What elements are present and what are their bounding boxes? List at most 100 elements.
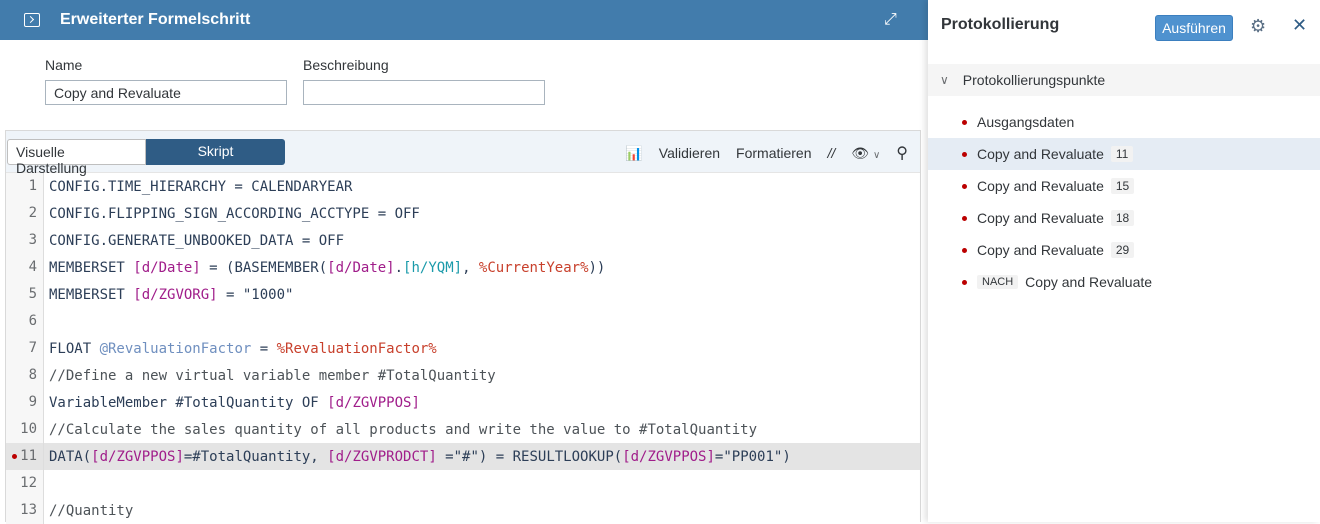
code-token: CONFIG.GENERATE_UNBOOKED_DATA = OFF — [49, 232, 345, 249]
line-number[interactable]: 6 — [6, 308, 44, 335]
description-label: Beschreibung — [303, 57, 389, 73]
breakpoint-dot-icon — [962, 247, 967, 253]
line-text: DATA( [d/ZGVPPOS] =#TotalQuantity, [d/ZGVP… — [44, 449, 791, 465]
tab-script[interactable]: Skript — [146, 139, 285, 165]
line-number[interactable]: 3 — [6, 227, 44, 254]
script-editor: Visuelle Darstellung Skript 📊 Validieren… — [5, 130, 921, 524]
line-number[interactable]: 10 — [6, 416, 44, 443]
code-line[interactable]: 10 //Calculate the sales quantity of all … — [6, 416, 920, 443]
code-line[interactable]: 3 CONFIG.GENERATE_UNBOOKED_DATA = OFF — [6, 227, 920, 254]
tab-visual[interactable]: Visuelle Darstellung — [7, 139, 146, 176]
breakpoint-dot-icon — [962, 215, 967, 221]
line-number[interactable]: 1 — [6, 173, 44, 200]
breakpoint-icon[interactable] — [12, 454, 17, 459]
code-area[interactable]: 1 CONFIG.TIME_HIERARCHY = CALENDARYEAR 2 CO… — [6, 173, 920, 524]
line-text: //Calculate the sales quantity of all pr… — [44, 422, 757, 438]
log-point-label: Copy and Revaluate — [977, 210, 1104, 226]
log-point-list: Ausgangsdaten Copy and Revaluate 11 Copy an… — [928, 106, 1320, 298]
code-token: = (BASEMEMBER( — [200, 259, 328, 276]
validate-button[interactable]: Validieren — [659, 145, 720, 161]
line-badge: 18 — [1110, 210, 1135, 226]
code-token: CONFIG.FLIPPING_SIGN_ACCORDING_ACCTYPE =… — [49, 205, 420, 222]
panel-title: Protokollierung — [941, 16, 1060, 33]
logging-panel: Protokollierung Ausführen ⚙ ✕ ∨ Protokol… — [928, 0, 1320, 522]
line-text: MEMBERSET [d/ZGVORG] = "1000" — [44, 287, 293, 303]
line-text: CONFIG.TIME_HIERARCHY = CALENDARYEAR — [44, 179, 352, 195]
log-point-item[interactable]: Copy and Revaluate 15 — [928, 170, 1320, 202]
line-text: //Define a new virtual variable member #… — [44, 368, 496, 384]
code-token: //Define a new virtual variable member #… — [49, 367, 496, 384]
code-line[interactable]: 13 //Quantity — [6, 497, 920, 524]
section-title: Protokollierungspunkte — [962, 72, 1106, 88]
code-line[interactable]: 7 FLOAT @RevaluationFactor = %Revaluation… — [6, 335, 920, 362]
step-title: Erweiterter Formelschritt — [60, 11, 251, 28]
line-number[interactable]: 7 — [6, 335, 44, 362]
chevron-down-icon: ∨ — [940, 73, 949, 87]
code-line[interactable]: 2 CONFIG.FLIPPING_SIGN_ACCORDING_ACCTYPE … — [6, 200, 920, 227]
comment-button[interactable]: // — [828, 145, 836, 161]
code-token: = — [251, 340, 277, 357]
code-token: ="#") = RESULTLOOKUP( — [436, 448, 623, 465]
line-text: CONFIG.FLIPPING_SIGN_ACCORDING_ACCTYPE =… — [44, 206, 420, 222]
code-line[interactable]: 11 DATA([d/ZGVPPOS]=#TotalQuantity, [d/ZG… — [6, 443, 920, 470]
log-point-label: Copy and Revaluate — [977, 178, 1104, 194]
prefix-badge: NACH — [977, 275, 1019, 289]
description-input[interactable] — [303, 80, 545, 105]
line-badge: 29 — [1110, 242, 1135, 258]
breakpoint-dot-icon — [962, 279, 967, 285]
code-token: //Calculate the sales quantity of all pr… — [49, 421, 758, 438]
code-token: ="PP001") — [714, 448, 791, 465]
code-line[interactable]: 8 //Define a new virtual variable member … — [6, 362, 920, 389]
log-point-item[interactable]: Copy and Revaluate 18 — [928, 202, 1320, 234]
editor-toolbar: Visuelle Darstellung Skript 📊 Validieren… — [6, 131, 920, 176]
code-token: FLOAT — [49, 340, 100, 357]
log-point-label: Ausgangsdaten — [977, 114, 1075, 130]
code-token: [d/ZGVPRODCT] — [327, 448, 437, 465]
code-line[interactable]: 12 — [6, 470, 920, 497]
name-input[interactable] — [45, 80, 287, 105]
code-line[interactable]: 6 — [6, 308, 920, 335]
eye-icon[interactable]: 👁 ∨ — [851, 145, 880, 162]
code-token: . — [394, 259, 404, 276]
code-token: , — [462, 259, 479, 276]
log-point-item[interactable]: Copy and Revaluate 11 — [928, 138, 1320, 170]
code-token: @RevaluationFactor — [99, 340, 252, 357]
line-badge: 15 — [1110, 178, 1135, 194]
line-number[interactable]: 2 — [6, 200, 44, 227]
line-number[interactable]: 12 — [6, 470, 44, 497]
chart-icon[interactable]: 📊 — [625, 145, 642, 162]
close-icon[interactable]: ✕ — [1292, 15, 1307, 36]
code-line[interactable]: 1 CONFIG.TIME_HIERARCHY = CALENDARYEAR — [6, 173, 920, 200]
format-button[interactable]: Formatieren — [736, 145, 811, 161]
log-point-item[interactable]: Ausgangsdaten — [928, 106, 1320, 138]
line-number[interactable]: 13 — [6, 497, 44, 524]
line-text: VariableMember #TotalQuantity OF [d/ZGVP… — [44, 395, 420, 411]
line-number[interactable]: 8 — [6, 362, 44, 389]
line-number[interactable]: 9 — [6, 389, 44, 416]
code-token: %RevaluationFactor% — [276, 340, 437, 357]
code-token: MEMBERSET — [49, 259, 134, 276]
code-token: [d/ZGVPPOS] — [622, 448, 715, 465]
expand-icon[interactable]: ⤢ — [884, 11, 897, 29]
line-number[interactable]: 4 — [6, 254, 44, 281]
code-token: //Quantity — [49, 502, 134, 519]
code-token: )) — [588, 259, 606, 276]
line-number[interactable]: 5 — [6, 281, 44, 308]
code-token: =#TotalQuantity, — [183, 448, 328, 465]
code-line[interactable]: 4 MEMBERSET [d/Date] = (BASEMEMBER([d/Dat… — [6, 254, 920, 281]
breakpoint-dot-icon — [962, 151, 967, 157]
line-text: FLOAT @RevaluationFactor = %RevaluationF… — [44, 341, 437, 357]
search-icon[interactable]: ⚲ — [896, 143, 908, 163]
log-point-item[interactable]: Copy and Revaluate 29 — [928, 234, 1320, 266]
console-icon — [24, 13, 40, 27]
code-token: MEMBERSET — [49, 286, 134, 303]
code-line[interactable]: 9 VariableMember #TotalQuantity OF [d/ZGV… — [6, 389, 920, 416]
log-point-label: Copy and Revaluate — [977, 146, 1104, 162]
breakpoint-dot-icon — [962, 119, 967, 125]
section-header[interactable]: ∨ Protokollierungspunkte — [928, 64, 1320, 96]
gear-icon[interactable]: ⚙ — [1250, 16, 1266, 37]
log-point-item[interactable]: NACH Copy and Revaluate — [928, 266, 1320, 298]
code-line[interactable]: 5 MEMBERSET [d/ZGVORG] = "1000" — [6, 281, 920, 308]
code-token: DATA( — [49, 448, 92, 465]
run-button[interactable]: Ausführen — [1155, 15, 1233, 41]
